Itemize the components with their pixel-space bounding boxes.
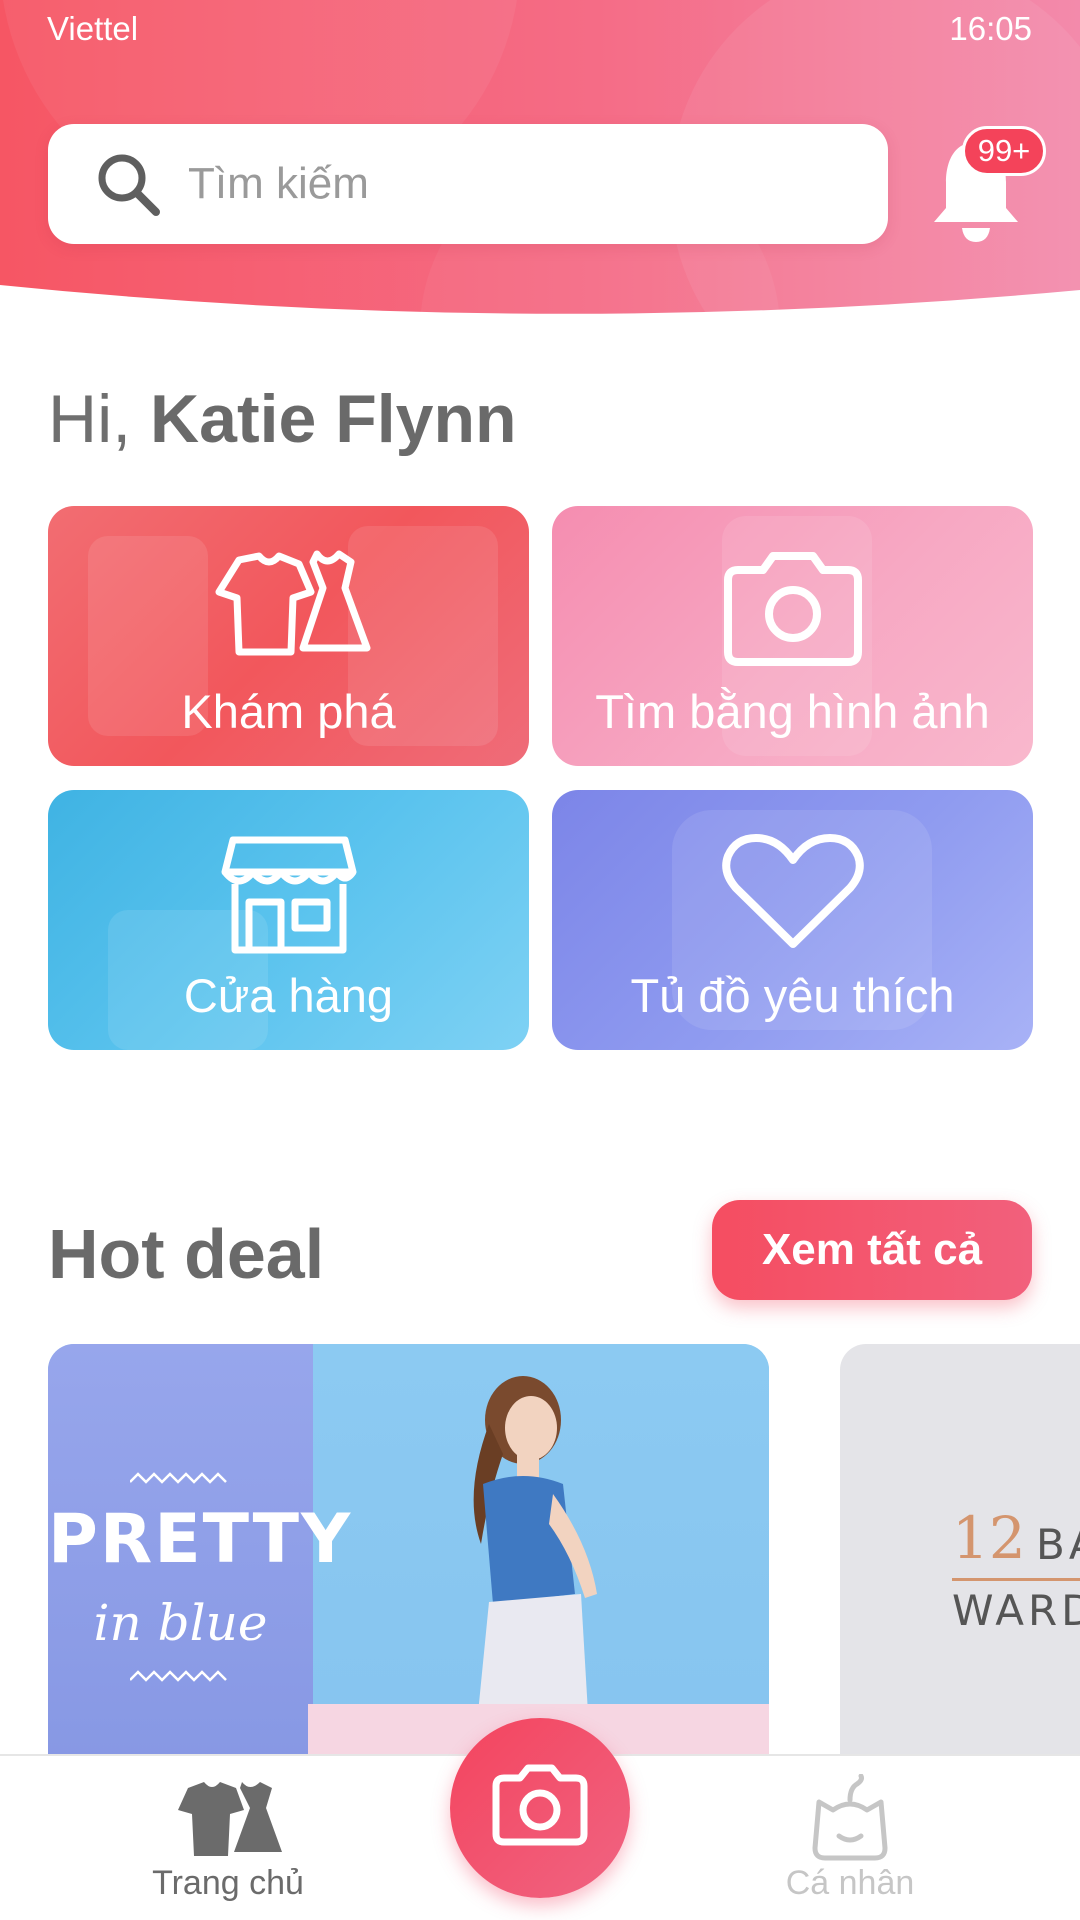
deal-divider	[952, 1578, 1080, 1581]
hot-deal-title: Hot deal	[48, 1215, 325, 1293]
deal-headline: PRETTY	[48, 1500, 353, 1579]
tile-favorites[interactable]: Tủ đồ yêu thích	[552, 790, 1033, 1050]
camera-icon	[723, 552, 862, 666]
status-bar: Viettel 16:05	[0, 0, 1080, 60]
nav-home-label: Trang chủ	[152, 1864, 304, 1902]
camera-button[interactable]	[450, 1718, 630, 1898]
tile-image-search[interactable]: Tìm bằng hình ảnh	[552, 506, 1033, 766]
zigzag-decoration	[130, 1472, 227, 1484]
camera-icon	[492, 1764, 588, 1846]
search-bar[interactable]	[48, 124, 888, 244]
deal-word: BA	[1036, 1520, 1080, 1569]
tile-explore[interactable]: Khám phá	[48, 506, 529, 766]
carrier-label: Viettel	[47, 10, 139, 47]
nav-home[interactable]: Trang chủ	[78, 1756, 378, 1920]
deal-card[interactable]: PRETTY in blue	[48, 1344, 769, 1764]
tile-favorites-label: Tủ đồ yêu thích	[630, 969, 955, 1022]
store-icon	[221, 836, 356, 954]
notification-badge: 99+	[962, 126, 1046, 176]
greeting: Hi, Katie Flynn	[48, 380, 517, 458]
nav-profile-label: Cá nhân	[785, 1864, 915, 1902]
clock: 16:05	[949, 10, 1032, 47]
clothes-icon	[178, 1782, 282, 1856]
clothes-icon	[215, 550, 370, 656]
home-screen: Viettel 16:05 99+ Hi, Katie Flynn Khám p…	[0, 0, 1080, 1920]
see-all-button[interactable]: Xem tất cả	[712, 1200, 1032, 1300]
tile-store[interactable]: Cửa hàng	[48, 790, 529, 1050]
tile-explore-label: Khám phá	[181, 685, 396, 738]
nav-profile[interactable]: Cá nhân	[700, 1756, 1000, 1920]
tile-image-search-label: Tìm bằng hình ảnh	[595, 685, 990, 738]
user-name: Katie Flynn	[150, 381, 517, 457]
zigzag-decoration	[130, 1670, 227, 1682]
deal-photo	[313, 1344, 769, 1764]
hanger-bag-icon	[812, 1774, 888, 1861]
greeting-hi: Hi,	[48, 381, 132, 457]
deal-card[interactable]: 12 BA WARDR	[840, 1344, 1080, 1764]
deal-word: WARDR	[952, 1586, 1080, 1635]
deal-number: 12	[952, 1504, 1026, 1572]
deal-subheadline: in blue	[93, 1594, 268, 1652]
search-input[interactable]	[188, 152, 848, 216]
model-figure	[473, 1376, 597, 1764]
heart-icon	[721, 834, 864, 948]
search-icon	[98, 154, 160, 216]
tile-store-label: Cửa hàng	[183, 969, 394, 1022]
